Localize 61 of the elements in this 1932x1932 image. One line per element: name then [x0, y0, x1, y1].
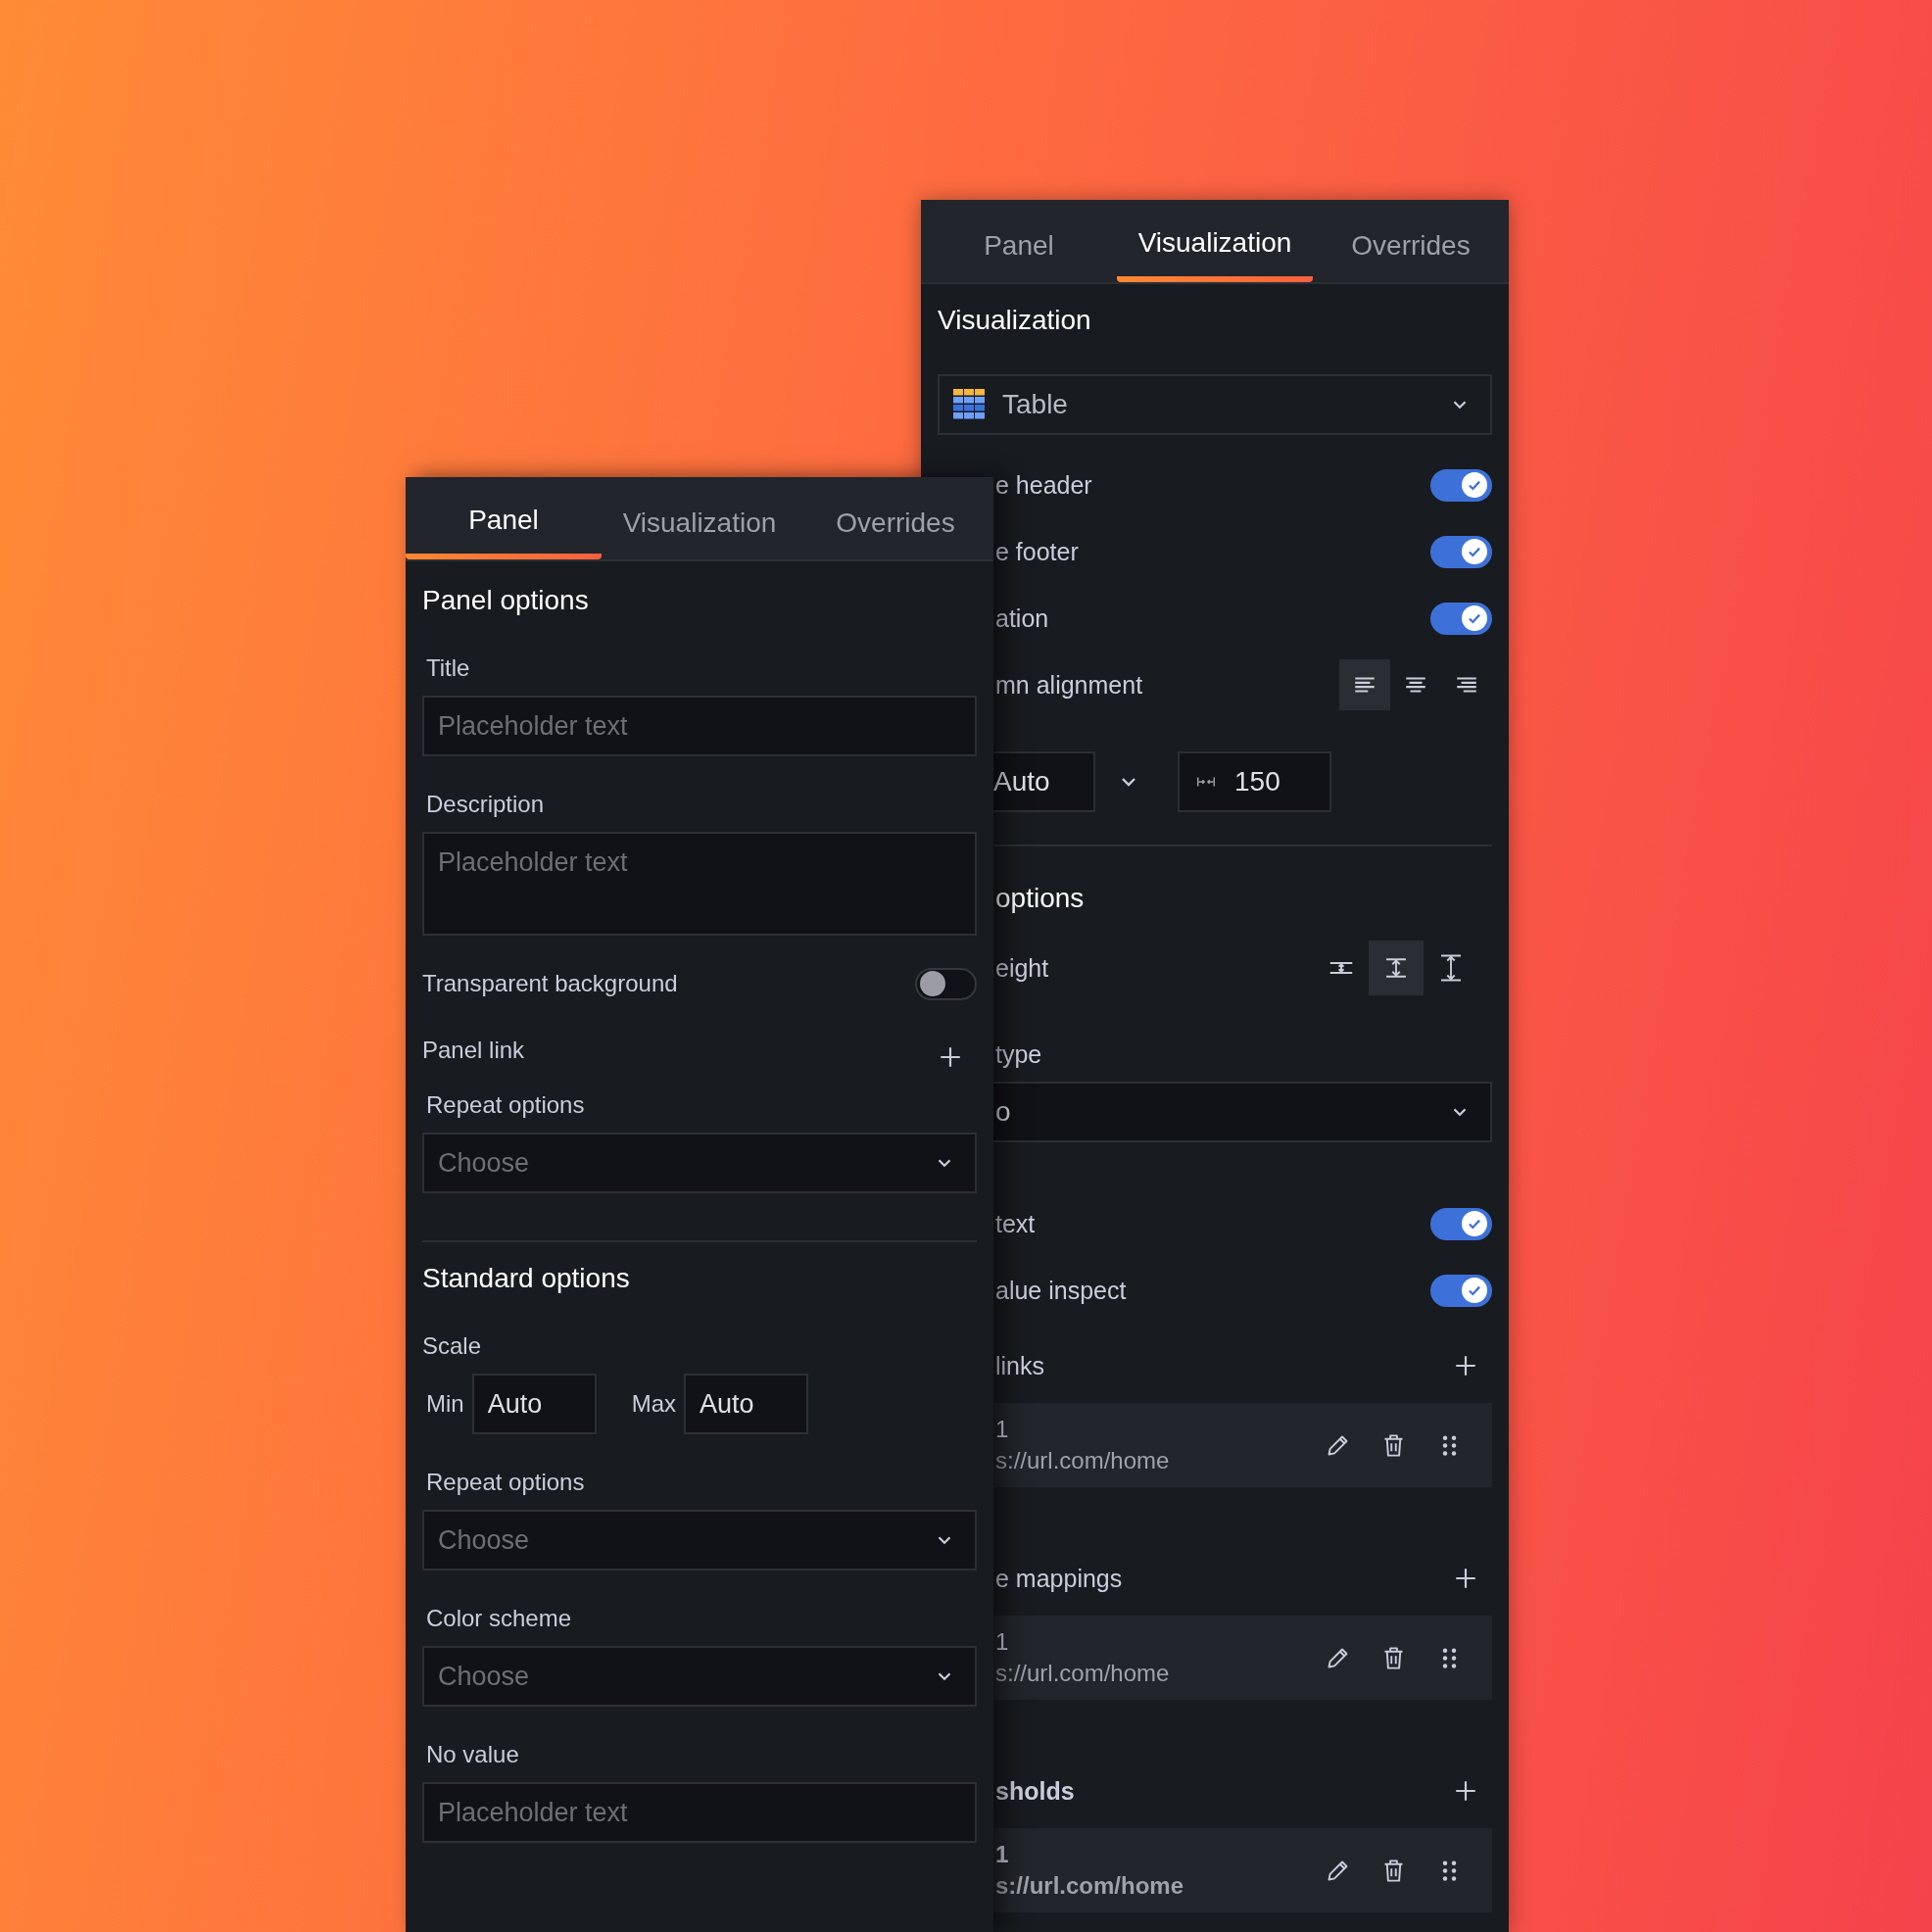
- tab[interactable]: Overrides: [1313, 200, 1509, 282]
- option-label: eight: [995, 953, 1049, 983]
- add-icon[interactable]: [938, 1044, 963, 1070]
- section-heading: Standard options: [422, 1262, 631, 1295]
- option-label: alue inspect: [995, 1276, 1127, 1305]
- link-url: s://url.com/home: [995, 1447, 1171, 1474]
- tab[interactable]: Overrides: [797, 477, 993, 559]
- column-width-field[interactable]: 150: [1178, 751, 1331, 812]
- toggle-switch[interactable]: [1430, 1207, 1492, 1240]
- field-label: Transparent background: [422, 969, 678, 998]
- field-label: Scale: [422, 1331, 483, 1361]
- link-name: 1: [995, 1841, 1010, 1868]
- section-heading: Panel options: [422, 584, 590, 617]
- field-label: Repeat options: [425, 1090, 586, 1120]
- select-field[interactable]: Choose: [422, 1646, 977, 1707]
- text-input-field[interactable]: Placeholder text: [422, 1782, 977, 1843]
- toggle-switch[interactable]: [1430, 535, 1492, 568]
- toggle-switch[interactable]: [1430, 602, 1492, 635]
- option-label: e mappings: [995, 1564, 1123, 1593]
- select-field[interactable]: o: [993, 1082, 1492, 1142]
- add-icon[interactable]: [1453, 1353, 1478, 1378]
- width-mode-field[interactable]: Auto: [993, 751, 1095, 812]
- option-label: e footer: [995, 537, 1079, 566]
- select-field[interactable]: Choose: [422, 1510, 977, 1570]
- field-label: Repeat options: [425, 1468, 586, 1497]
- field-label: No value: [425, 1740, 520, 1769]
- visualization-select[interactable]: Table: [938, 374, 1492, 435]
- field-label: Panel link: [422, 1036, 525, 1065]
- field-label: Description: [425, 790, 546, 819]
- option-label: links: [995, 1351, 1044, 1380]
- toggle-switch[interactable]: [915, 967, 977, 1000]
- option-label: mn alignment: [995, 670, 1143, 700]
- link-name: 1: [995, 1628, 1010, 1656]
- tab[interactable]: Panel: [921, 200, 1117, 282]
- add-icon[interactable]: [1453, 1566, 1478, 1591]
- section-heading: Visualization: [938, 304, 1092, 337]
- option-label: e header: [995, 470, 1092, 500]
- section-heading: options: [995, 882, 1086, 915]
- select-field[interactable]: Choose: [422, 1133, 977, 1193]
- max-label: Max: [631, 1390, 676, 1418]
- toggle-switch[interactable]: [1430, 468, 1492, 502]
- table-icon: [953, 389, 985, 420]
- option-label: sholds: [995, 1776, 1075, 1806]
- tab[interactable]: Visualization: [602, 477, 797, 559]
- link-name: 1: [995, 1416, 1010, 1443]
- min-input-field[interactable]: Auto: [471, 1374, 597, 1434]
- toggle-switch[interactable]: [1430, 1274, 1492, 1307]
- row-height-button[interactable]: [1369, 941, 1424, 995]
- min-label: Min: [426, 1390, 464, 1418]
- align-left-button[interactable]: [1339, 659, 1390, 710]
- add-icon[interactable]: [1453, 1778, 1478, 1804]
- max-input-field[interactable]: Auto: [684, 1374, 808, 1434]
- field-label: Color scheme: [425, 1604, 573, 1633]
- field-label: Title: [425, 653, 471, 683]
- text-area-field[interactable]: Placeholder text: [422, 832, 977, 936]
- link-url: s://url.com/home: [995, 1660, 1171, 1687]
- option-label: text: [995, 1209, 1036, 1238]
- option-label: ation: [995, 604, 1049, 633]
- link-url: s://url.com/home: [995, 1872, 1185, 1900]
- option-label: type: [995, 1039, 1042, 1070]
- text-input-field[interactable]: Placeholder text: [422, 696, 977, 756]
